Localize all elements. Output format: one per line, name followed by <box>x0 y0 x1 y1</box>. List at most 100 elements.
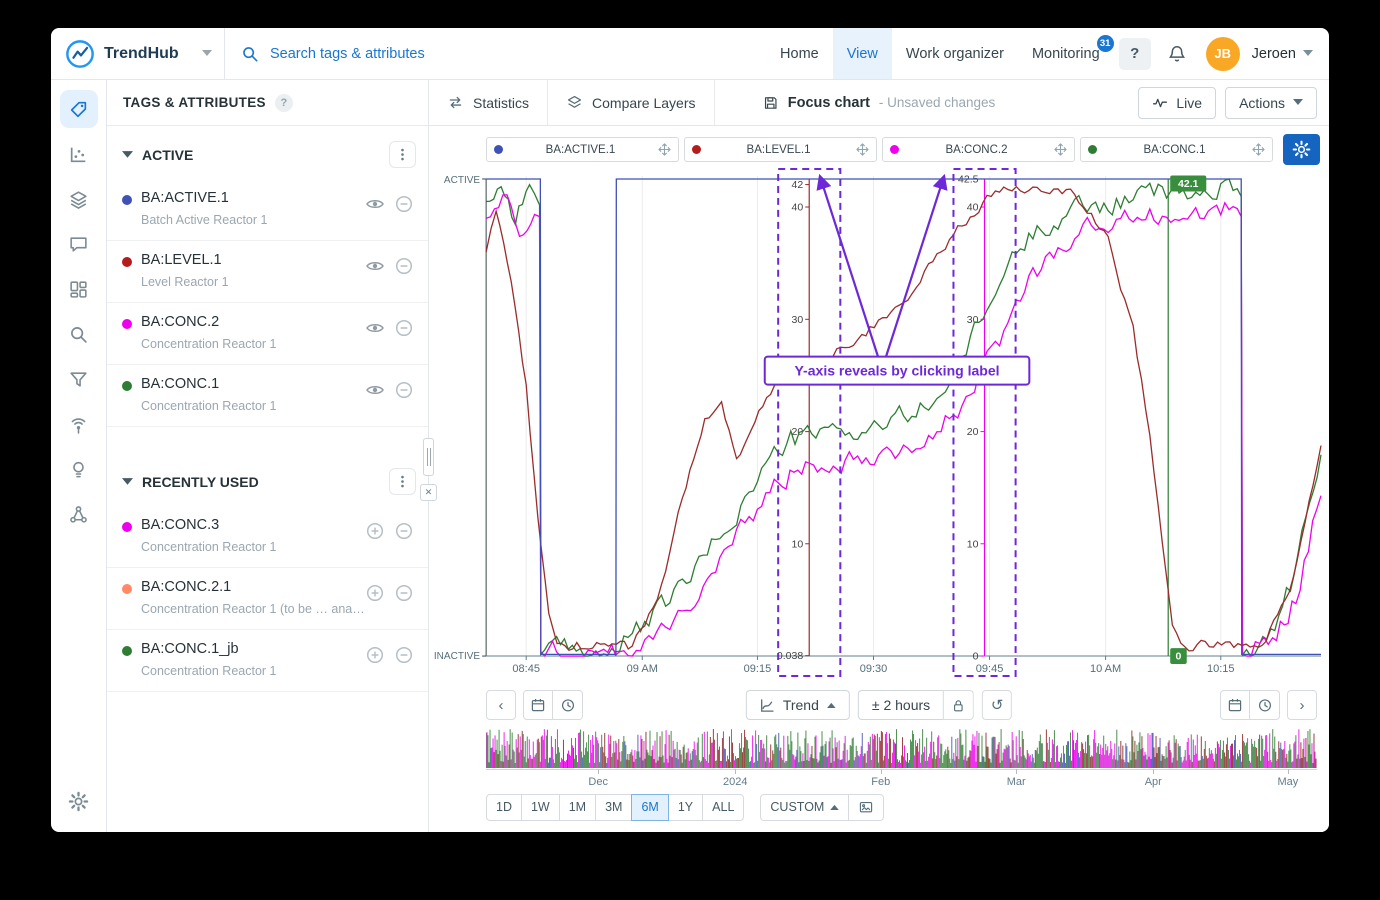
live-button[interactable]: Live <box>1138 87 1216 119</box>
user-menu[interactable]: Jeroen <box>1244 28 1329 79</box>
toggle-visibility-button[interactable] <box>365 256 385 276</box>
range-all-button[interactable]: ALL <box>702 794 744 821</box>
section-menu-button[interactable] <box>389 468 416 495</box>
rail-filters-button[interactable] <box>60 360 98 398</box>
tag-list-item[interactable]: BA:CONC.2 Concentration Reactor 1 <box>107 303 428 365</box>
notifications-button[interactable] <box>1161 38 1193 70</box>
nav-view[interactable]: View <box>833 28 892 79</box>
legend-move-handle[interactable] <box>1054 143 1067 156</box>
legend-color-dot <box>890 145 899 154</box>
svg-text:08:45: 08:45 <box>512 663 540 675</box>
rail-layers-button[interactable] <box>60 180 98 218</box>
rail-tags-button[interactable] <box>60 90 98 128</box>
range-1d-button[interactable]: 1D <box>486 794 522 821</box>
remove-tag-button[interactable] <box>394 521 414 541</box>
tag-list-item[interactable]: BA:CONC.2.1 Concentration Reactor 1 (to … <box>107 568 428 630</box>
section-menu-button[interactable] <box>389 141 416 168</box>
tag-description: Concentration Reactor 1 <box>141 664 365 678</box>
range-1y-button[interactable]: 1Y <box>668 794 703 821</box>
rail-settings-button[interactable] <box>60 782 98 820</box>
help-button[interactable]: ? <box>1119 38 1151 70</box>
rail-dashboards-button[interactable] <box>60 270 98 308</box>
remove-tag-button[interactable] <box>394 256 414 276</box>
section-collapse-caret[interactable] <box>122 478 133 486</box>
legend-label[interactable]: BA:LEVEL.1 <box>701 144 856 156</box>
toggle-visibility-button[interactable] <box>365 318 385 338</box>
save-icon[interactable] <box>763 95 779 111</box>
panel-resize-handle[interactable] <box>423 438 434 476</box>
end-time-button[interactable] <box>1250 690 1280 720</box>
history-button[interactable]: ↺ <box>982 690 1012 720</box>
remove-tag-button[interactable] <box>394 645 414 665</box>
pan-right-button[interactable]: › <box>1287 690 1317 720</box>
toggle-visibility-button[interactable] <box>365 194 385 214</box>
legend-chip[interactable]: BA:LEVEL.1 <box>684 137 877 162</box>
rail-comments-button[interactable] <box>60 225 98 263</box>
tag-list-item[interactable]: BA:CONC.3 Concentration Reactor 1 <box>107 506 428 568</box>
svg-text:09:45: 09:45 <box>976 663 1004 675</box>
range-1m-button[interactable]: 1M <box>559 794 596 821</box>
rail-machine-learning-button[interactable] <box>60 495 98 533</box>
legend-move-handle[interactable] <box>658 143 671 156</box>
legend-move-handle[interactable] <box>1252 143 1265 156</box>
tag-list-item[interactable]: BA:ACTIVE.1 Batch Active Reactor 1 <box>107 179 428 241</box>
rail-scatter-button[interactable] <box>60 135 98 173</box>
brand[interactable]: TrendHub <box>51 28 225 79</box>
nav-work-organizer[interactable]: Work organizer <box>892 28 1018 79</box>
range-3m-button[interactable]: 3M <box>595 794 632 821</box>
start-date-button[interactable] <box>523 690 553 720</box>
add-tag-button[interactable] <box>365 645 385 665</box>
trend-chart[interactable]: 08:4509 AM09:1509:3009:4510 AM10:15ACTIV… <box>429 167 1329 684</box>
actions-button[interactable]: Actions <box>1225 87 1317 119</box>
rail-monitors-button[interactable] <box>60 405 98 443</box>
tag-text: BA:CONC.2 Concentration Reactor 1 <box>141 314 365 351</box>
view-mode-select[interactable]: Trend <box>746 690 850 720</box>
brand-caret-icon[interactable] <box>202 50 212 57</box>
snapshot-button[interactable] <box>848 794 884 821</box>
timeline-minimap[interactable]: Dec2024FebMarAprMay <box>486 728 1317 790</box>
tag-list-item[interactable]: BA:LEVEL.1 Level Reactor 1 <box>107 241 428 303</box>
remove-tag-button[interactable] <box>394 380 414 400</box>
nav-monitoring[interactable]: Monitoring31 <box>1018 28 1114 79</box>
add-tag-button[interactable] <box>365 521 385 541</box>
section-collapse-caret[interactable] <box>122 151 133 159</box>
panel-collapse-button[interactable]: ✕ <box>420 484 437 501</box>
global-search[interactable] <box>225 28 766 79</box>
tab-compare-layers[interactable]: Compare Layers <box>548 80 715 125</box>
legend-move-handle[interactable] <box>856 143 869 156</box>
add-tag-button[interactable] <box>365 583 385 603</box>
lock-window-button[interactable] <box>944 690 974 720</box>
clock-icon <box>1257 697 1273 713</box>
range-1w-button[interactable]: 1W <box>521 794 560 821</box>
remove-tag-button[interactable] <box>394 318 414 338</box>
remove-tag-button[interactable] <box>394 583 414 603</box>
legend-label[interactable]: BA:CONC.1 <box>1097 144 1252 156</box>
end-date-button[interactable] <box>1220 690 1250 720</box>
legend-chip[interactable]: BA:ACTIVE.1 <box>486 137 679 162</box>
rail-context-items-button[interactable] <box>60 450 98 488</box>
legend-chip[interactable]: BA:CONC.1 <box>1080 137 1273 162</box>
pan-left-button[interactable]: ‹ <box>486 690 516 720</box>
tag-list-item[interactable]: BA:CONC.1 Concentration Reactor 1 <box>107 365 428 427</box>
panel-help-icon[interactable]: ? <box>275 94 293 112</box>
custom-range-button[interactable]: CUSTOM <box>760 794 849 821</box>
nav-home[interactable]: Home <box>766 28 833 79</box>
time-window-button[interactable]: ± 2 hours <box>858 690 944 720</box>
tag-actions <box>365 318 414 338</box>
chart-settings-button[interactable] <box>1283 134 1320 165</box>
rail-search-data-button[interactable] <box>60 315 98 353</box>
legend-chip[interactable]: BA:CONC.2 <box>882 137 1075 162</box>
start-time-button[interactable] <box>553 690 583 720</box>
kebab-menu-icon <box>395 474 410 489</box>
toggle-visibility-button[interactable] <box>365 380 385 400</box>
legend-label[interactable]: BA:CONC.2 <box>899 144 1054 156</box>
legend-label[interactable]: BA:ACTIVE.1 <box>503 144 658 156</box>
range-6m-button[interactable]: 6M <box>631 794 668 821</box>
tab-statistics[interactable]: Statistics <box>429 80 548 125</box>
remove-tag-button[interactable] <box>394 194 414 214</box>
view-mode-caret-icon <box>827 702 836 708</box>
tag-list-item[interactable]: BA:CONC.1_jb Concentration Reactor 1 <box>107 630 428 692</box>
avatar[interactable]: JB <box>1206 37 1240 71</box>
search-input[interactable] <box>268 45 608 63</box>
lock-icon <box>951 698 966 713</box>
